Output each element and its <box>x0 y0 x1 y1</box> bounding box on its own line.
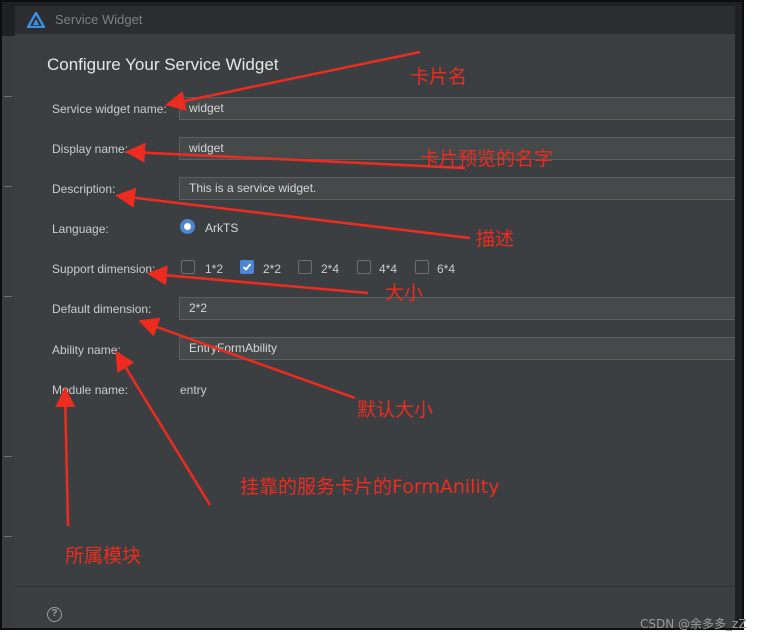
window-title: Service Widget <box>55 12 143 27</box>
csdn-watermark: CSDN @余多多_zZ <box>640 617 747 631</box>
annotation-size: 大小 <box>385 282 424 304</box>
annotation-description: 描述 <box>476 228 515 250</box>
description-input[interactable]: This is a service widget. <box>179 177 735 200</box>
dimension-option-label[interactable]: 4*4 <box>379 262 397 276</box>
language-label: Language: <box>52 222 109 236</box>
description-label: Description: <box>52 182 116 196</box>
dimension-checkbox-2x4[interactable] <box>298 260 312 274</box>
service-widget-dialog: Service Widget Configure Your Service Wi… <box>15 6 735 628</box>
service-widget-name-input[interactable]: widget <box>179 97 735 120</box>
checkmark-icon <box>242 263 252 271</box>
ability-name-input[interactable]: EntryFormAbility <box>179 337 735 360</box>
dimension-option-label[interactable]: 6*4 <box>437 262 455 276</box>
dimension-option-label[interactable]: 1*2 <box>205 262 223 276</box>
question-circle-icon[interactable]: ? <box>47 607 62 622</box>
dialog-heading: Configure Your Service Widget <box>47 55 279 74</box>
annotation-card-name: 卡片名 <box>410 66 468 88</box>
default-dimension-label: Default dimension: <box>52 302 152 316</box>
service-widget-name-label: Service widget name: <box>52 102 167 116</box>
ability-name-label: Ability name: <box>52 343 121 357</box>
title-bar: Service Widget <box>15 6 735 34</box>
default-dimension-select[interactable]: 2*2 <box>179 297 735 320</box>
language-option-label[interactable]: ArkTS <box>205 221 238 235</box>
module-name-label: Module name: <box>52 383 129 397</box>
dimension-checkbox-1x2[interactable] <box>181 260 195 274</box>
dimension-checkbox-6x4[interactable] <box>415 260 429 274</box>
harmony-triangle-icon <box>27 12 45 28</box>
annotation-module: 所属模块 <box>65 545 142 567</box>
support-dimension-label: Support dimension: <box>52 262 156 276</box>
display-name-label: Display name: <box>52 142 129 156</box>
ide-side-strip <box>2 36 15 628</box>
annotation-preview-name: 卡片预览的名字 <box>420 148 554 170</box>
module-name-value: entry <box>180 383 207 397</box>
dimension-checkbox-2x2[interactable] <box>240 260 254 274</box>
annotation-form-ability: 挂靠的服务卡片的FormAnility <box>240 476 500 498</box>
dimension-option-label[interactable]: 2*2 <box>263 262 281 276</box>
footer-divider <box>15 586 735 587</box>
dimension-option-label[interactable]: 2*4 <box>321 262 339 276</box>
annotation-default-size: 默认大小 <box>357 399 434 421</box>
language-radio-arkts[interactable] <box>180 219 195 234</box>
dimension-checkbox-4x4[interactable] <box>357 260 371 274</box>
